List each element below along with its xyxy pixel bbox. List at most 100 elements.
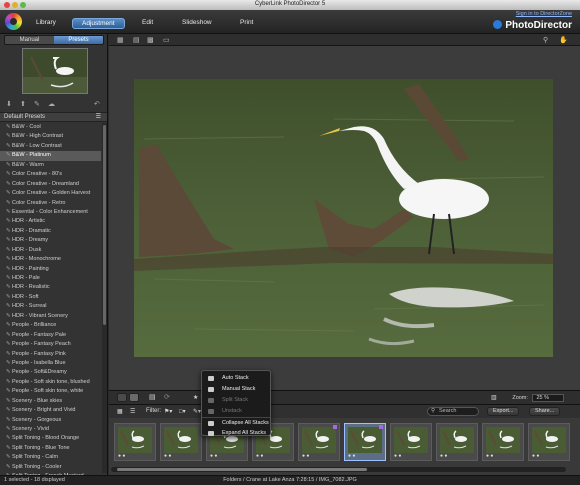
rotate-icon[interactable]: ⟳ xyxy=(164,393,170,401)
preset-label: B&W - Warm xyxy=(12,161,44,168)
preset-item[interactable]: ✎Scenery - Bright and Vivid xyxy=(0,406,101,415)
preset-item[interactable]: ✎People - Soft&Dreamy xyxy=(0,368,101,377)
preset-item[interactable]: ✎HDR - Surreal xyxy=(0,302,101,311)
mode-presets-tab[interactable]: Presets xyxy=(54,36,103,44)
preset-item[interactable]: ✎HDR - Dramatic xyxy=(0,227,101,236)
zoom-tool-icon[interactable]: ⚲ xyxy=(543,36,548,44)
menu-item-collapse-all-stacks[interactable]: Collapse All Stacks xyxy=(202,417,270,428)
filmstrip-thumbnail[interactable]: ● ● xyxy=(160,423,202,461)
filmstrip-thumbnail[interactable]: ● ● xyxy=(390,423,432,461)
menu-item-expand-all-stacks[interactable]: Expand All Stacks xyxy=(202,428,270,439)
save-preset-icon[interactable]: ✎ xyxy=(34,100,40,108)
preset-item[interactable]: ✎B&W - Platinum xyxy=(0,151,101,161)
preset-item[interactable]: ✎Scenery - Blue skies xyxy=(0,397,101,406)
thumbnail-view-icon[interactable]: ▩ xyxy=(147,36,154,44)
filmstrip-scrollbar-thumb[interactable] xyxy=(117,468,367,471)
preset-item[interactable]: ✎People - Isabella Blue xyxy=(0,359,101,368)
preset-item[interactable]: ✎HDR - Dreamy xyxy=(0,236,101,245)
preset-scrollbar-thumb[interactable] xyxy=(103,125,106,325)
import-preset-icon[interactable]: ⬇ xyxy=(6,100,12,108)
preset-item[interactable]: ✎HDR - Artistic xyxy=(0,217,101,226)
preset-item[interactable]: ✎People - Brilliance xyxy=(0,321,101,330)
export-button[interactable]: Export... xyxy=(487,407,520,416)
filter-label: Filter: xyxy=(146,408,161,414)
presets-menu-icon[interactable]: ☰ xyxy=(96,113,101,122)
preset-item[interactable]: ✎People - Fantasy Peach xyxy=(0,340,101,349)
grid-view-icon[interactable]: ▤ xyxy=(133,36,140,44)
preset-label: Essential - Color Enhancement xyxy=(12,208,88,215)
filmstrip-thumbnail[interactable]: ● ● xyxy=(436,423,478,461)
preset-item[interactable]: ✎HDR - Vibrant Scenery xyxy=(0,312,101,321)
preset-item[interactable]: ✎HDR - Soft xyxy=(0,293,101,302)
filmstrip-thumbnail[interactable]: ● ● xyxy=(114,423,156,461)
preset-label: B&W - Low Contrast xyxy=(12,142,62,149)
undo-icon[interactable]: ↶ xyxy=(94,100,100,108)
tab-edit[interactable]: Edit xyxy=(142,19,153,26)
preset-label: People - Soft skin tone, white xyxy=(12,388,84,395)
preset-item[interactable]: ✎Scenery - Gorgeous xyxy=(0,416,101,425)
preset-item[interactable]: ✎B&W - Low Contrast xyxy=(0,142,101,151)
preset-item[interactable]: ✎Color Creative - Retro xyxy=(0,199,101,208)
hand-tool-icon[interactable]: ✋ xyxy=(559,36,568,44)
preset-item[interactable]: ✎B&W - Warm xyxy=(0,161,101,170)
label-filter-icon[interactable]: ✎▾ xyxy=(193,408,201,415)
filmstrip-scrollbar[interactable] xyxy=(111,467,566,472)
tab-adjustment[interactable]: Adjustment xyxy=(72,18,125,29)
filmstrip-thumbnail[interactable]: ● ● xyxy=(528,423,570,461)
thumbnail-status-icons: ● ● xyxy=(486,453,494,459)
signin-link[interactable]: Sign in to DirectorZone xyxy=(516,11,572,17)
search-input[interactable]: ⚲ Search xyxy=(427,407,479,416)
preset-scrollbar[interactable] xyxy=(102,123,107,473)
stack-icon xyxy=(208,421,214,426)
preset-item[interactable]: ✎Split Toning - Cooler xyxy=(0,463,101,472)
dual-view-button[interactable] xyxy=(129,393,139,402)
top-nav: Library Adjustment Edit Slideshow Print … xyxy=(0,10,580,34)
presets-header[interactable]: Default Presets ☰ xyxy=(0,112,107,122)
preset-item[interactable]: ✎Split Toning - Blue Tone xyxy=(0,444,101,453)
filmstrip-thumbnail[interactable]: ● ● xyxy=(482,423,524,461)
preset-item[interactable]: ✎Color Creative - Golden Harvest xyxy=(0,189,101,198)
export-preset-icon[interactable]: ⬆ xyxy=(20,100,26,108)
filmstrip-thumbnail[interactable]: ● ● xyxy=(298,423,340,461)
tab-print[interactable]: Print xyxy=(240,19,253,26)
preset-item[interactable]: ✎HDR - Painting xyxy=(0,265,101,274)
thumbnail-image xyxy=(118,427,152,453)
preset-item[interactable]: ✎HDR - Realistic xyxy=(0,283,101,292)
preset-item[interactable]: ✎HDR - Dusk xyxy=(0,246,101,255)
mode-manual-tab[interactable]: Manual xyxy=(5,36,54,44)
preset-item[interactable]: ✎Split Toning - Blood Orange xyxy=(0,434,101,443)
preset-item[interactable]: ✎People - Soft skin tone, white xyxy=(0,387,101,396)
preset-item[interactable]: ✎HDR - Pale xyxy=(0,274,101,283)
compare-view-icon[interactable]: ▦ xyxy=(117,36,124,44)
list-view-icon[interactable]: ☰ xyxy=(130,408,135,415)
single-view-button[interactable] xyxy=(117,393,127,402)
preset-item[interactable]: ✎Color Creative - 80's xyxy=(0,170,101,179)
preset-item[interactable]: ✎Essential - Color Enhancement xyxy=(0,208,101,217)
fullscreen-icon[interactable]: ▭ xyxy=(163,36,170,44)
preset-item[interactable]: ✎Scenery - Vivid xyxy=(0,425,101,434)
preset-item[interactable]: ✎Split Toning - Calm xyxy=(0,453,101,462)
preset-item[interactable]: ✎HDR - Monochrome xyxy=(0,255,101,264)
tab-library[interactable]: Library xyxy=(36,19,56,26)
menu-item-label: Expand All Stacks xyxy=(222,430,267,436)
preset-item[interactable]: ✎People - Fantasy Pale xyxy=(0,331,101,340)
preset-item[interactable]: ✎Color Creative - Dreamland xyxy=(0,180,101,189)
stack-tool-icon[interactable]: ▤ xyxy=(149,393,156,401)
stack-marker-icon xyxy=(379,425,383,429)
share-preset-icon[interactable]: ☁ xyxy=(48,100,55,108)
share-button[interactable]: Share... xyxy=(529,407,561,416)
menu-item-auto-stack[interactable]: Auto Stack xyxy=(202,373,270,384)
filmstrip-thumbnail[interactable]: ● ● xyxy=(344,423,386,461)
preset-item[interactable]: ✎B&W - High Contrast xyxy=(0,132,101,141)
preset-item[interactable]: ✎B&W - Cool xyxy=(0,123,101,132)
zoom-select[interactable]: 25 % xyxy=(532,394,564,402)
color-filter-icon[interactable]: □▾ xyxy=(179,408,186,415)
menu-item-manual-stack[interactable]: Manual Stack xyxy=(202,384,270,395)
tab-slideshow[interactable]: Slideshow xyxy=(182,19,212,26)
preset-label: Split Toning - Calm xyxy=(12,454,59,461)
histogram-icon[interactable]: ▥ xyxy=(491,394,497,401)
preset-item[interactable]: ✎People - Fantasy Pink xyxy=(0,350,101,359)
preset-item[interactable]: ✎People - Soft skin tone, blushed xyxy=(0,378,101,387)
flag-filter-icon[interactable]: ⚑▾ xyxy=(164,408,172,415)
browser-view-icon[interactable]: ▦ xyxy=(117,408,123,415)
